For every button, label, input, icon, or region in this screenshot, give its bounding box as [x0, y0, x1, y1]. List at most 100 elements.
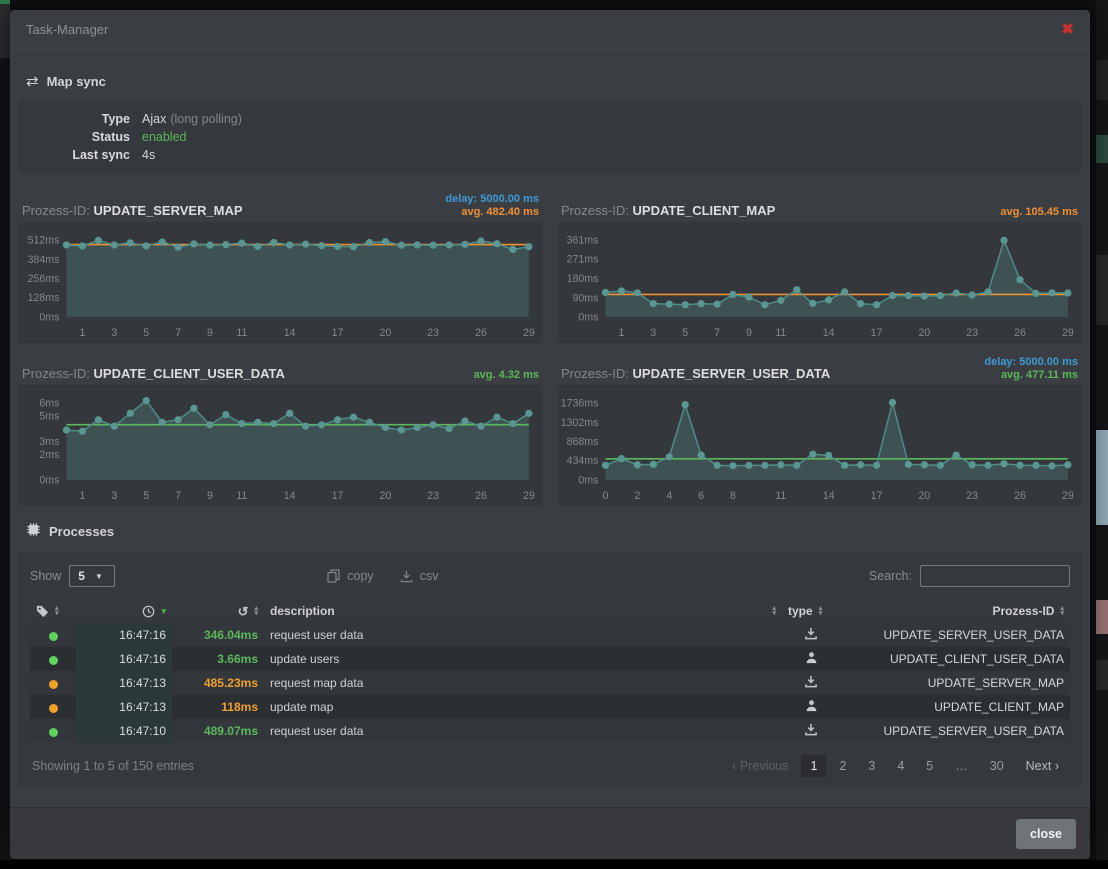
column-header-type[interactable]: type ▴▾: [782, 599, 840, 623]
data-point: [873, 462, 880, 469]
data-point: [174, 244, 181, 251]
search-group: Search:: [869, 565, 1070, 587]
search-input[interactable]: [920, 565, 1070, 587]
data-point: [650, 300, 657, 307]
prozess-id-header-label: Prozess-ID: [992, 604, 1054, 618]
data-point: [809, 451, 816, 458]
table-row[interactable]: 16:47:13118msupdate mapUPDATE_CLIENT_MAP: [30, 695, 1070, 719]
x-axis-tick: 29: [523, 490, 535, 502]
data-point: [238, 420, 245, 427]
copy-button-label: copy: [347, 569, 373, 583]
data-point: [1032, 290, 1039, 297]
data-point: [618, 455, 625, 462]
sort-icon: ▴▾: [1060, 606, 1064, 616]
data-point: [445, 241, 452, 248]
pagination-next[interactable]: Next ›: [1017, 755, 1068, 777]
x-axis-tick: 0: [603, 490, 609, 502]
pagination-page-30[interactable]: 30: [981, 755, 1013, 777]
table-row[interactable]: 16:47:163.66msupdate usersUPDATE_CLIENT_…: [30, 647, 1070, 671]
data-point: [509, 246, 516, 253]
x-axis-tick: 14: [823, 490, 835, 502]
data-point: [79, 428, 86, 435]
info-row-type: Type Ajax (long polling): [32, 110, 1068, 128]
column-header-prozess-id[interactable]: Prozess-ID ▴▾: [840, 599, 1070, 623]
pagination-page-5[interactable]: 5: [917, 755, 942, 777]
data-point: [254, 243, 261, 250]
y-axis-tick: 384ms: [28, 254, 60, 266]
x-axis-tick: 17: [332, 327, 344, 339]
y-axis-tick: 128ms: [28, 292, 60, 304]
chart-head: Prozess-ID: UPDATE_SERVER_MAPdelay: 5000…: [18, 188, 543, 222]
close-button[interactable]: close: [1016, 819, 1076, 849]
csv-button[interactable]: csv: [400, 569, 439, 583]
map-sync-heading: ⇄ Map sync: [18, 64, 1082, 100]
sort-icon: ▴▾: [819, 606, 823, 616]
x-axis-tick: 6: [698, 490, 704, 502]
x-axis-tick: 11: [775, 490, 786, 502]
table-row[interactable]: 16:47:13485.23msrequest map dataUPDATE_S…: [30, 671, 1070, 695]
background-page-left: [0, 0, 10, 869]
table-controls: Show 5 ▼ copy: [30, 563, 1070, 589]
x-axis-tick: 20: [379, 490, 391, 502]
pagination-page-2[interactable]: 2: [830, 755, 855, 777]
time-cell: 16:47:13: [76, 695, 172, 719]
column-header-description[interactable]: description ▴▾: [264, 599, 782, 623]
data-point: [618, 287, 625, 294]
y-axis-tick: 1736ms: [561, 398, 599, 410]
x-axis-tick: 17: [871, 490, 883, 502]
pagination-page-4[interactable]: 4: [888, 755, 913, 777]
table-row[interactable]: 16:47:10489.07msrequest user dataUPDATE_…: [30, 719, 1070, 743]
data-point: [761, 462, 768, 469]
map-sync-heading-label: Map sync: [47, 74, 106, 89]
entries-info: Showing 1 to 5 of 150 entries: [32, 759, 194, 773]
processes-heading: Processes: [18, 514, 1082, 551]
sort-icon: ▴▾: [254, 606, 258, 616]
pagination-previous[interactable]: ‹ Previous: [723, 755, 797, 777]
chart-title: Prozess-ID: UPDATE_SERVER_MAP: [22, 203, 243, 218]
type-cell: [782, 719, 840, 743]
x-axis-tick: 26: [475, 490, 487, 502]
data-point: [63, 426, 70, 433]
data-point: [318, 242, 325, 249]
data-point: [650, 461, 657, 468]
chart-UPDATE_SERVER_MAP: 512ms384ms256ms128ms0ms13579111417202326…: [20, 226, 541, 343]
x-axis-tick: 26: [1014, 490, 1026, 502]
data-point: [95, 416, 102, 423]
status-dot-orange: [49, 704, 58, 713]
export-buttons: copy csv: [327, 569, 438, 583]
data-point: [509, 420, 516, 427]
show-entries-select[interactable]: 5 ▼: [69, 565, 115, 587]
x-axis-tick: 23: [966, 490, 978, 502]
data-point: [159, 419, 166, 426]
data-point: [825, 296, 832, 303]
modal-body: ⇄ Map sync Type Ajax (long polling) Stat…: [10, 50, 1090, 807]
pagination-page-3[interactable]: 3: [859, 755, 884, 777]
description-cell: request map data: [264, 671, 782, 695]
data-point: [937, 462, 944, 469]
column-header-duration[interactable]: ↺ ▴▾: [172, 599, 264, 623]
data-point: [143, 397, 150, 404]
data-point: [461, 241, 468, 248]
data-point: [430, 421, 437, 428]
column-header-status[interactable]: ▴▾: [30, 599, 76, 623]
chart-block-UPDATE_CLIENT_MAP: Prozess-ID: UPDATE_CLIENT_MAPavg. 105.45…: [557, 188, 1082, 343]
duration-cell: 118ms: [172, 695, 264, 719]
data-point: [270, 420, 277, 427]
x-axis-tick: 20: [379, 327, 391, 339]
x-axis-tick: 2: [634, 490, 640, 502]
pagination-page-1[interactable]: 1: [801, 755, 826, 777]
charts-grid: Prozess-ID: UPDATE_SERVER_MAPdelay: 5000…: [18, 188, 1082, 506]
close-icon[interactable]: ✖: [1061, 22, 1074, 37]
table-row[interactable]: 16:47:16346.04msrequest user dataUPDATE_…: [30, 623, 1070, 647]
info-label: Status: [32, 128, 142, 146]
column-header-time[interactable]: ▾: [76, 599, 172, 623]
data-point: [222, 241, 229, 248]
data-point: [713, 301, 720, 308]
copy-button[interactable]: copy: [327, 569, 373, 583]
data-point: [793, 286, 800, 293]
pagination-page-…[interactable]: …: [946, 755, 977, 777]
data-point: [1064, 461, 1071, 468]
data-point: [430, 242, 437, 249]
info-row-last-sync: Last sync 4s: [32, 146, 1068, 164]
copy-icon: [327, 569, 340, 583]
